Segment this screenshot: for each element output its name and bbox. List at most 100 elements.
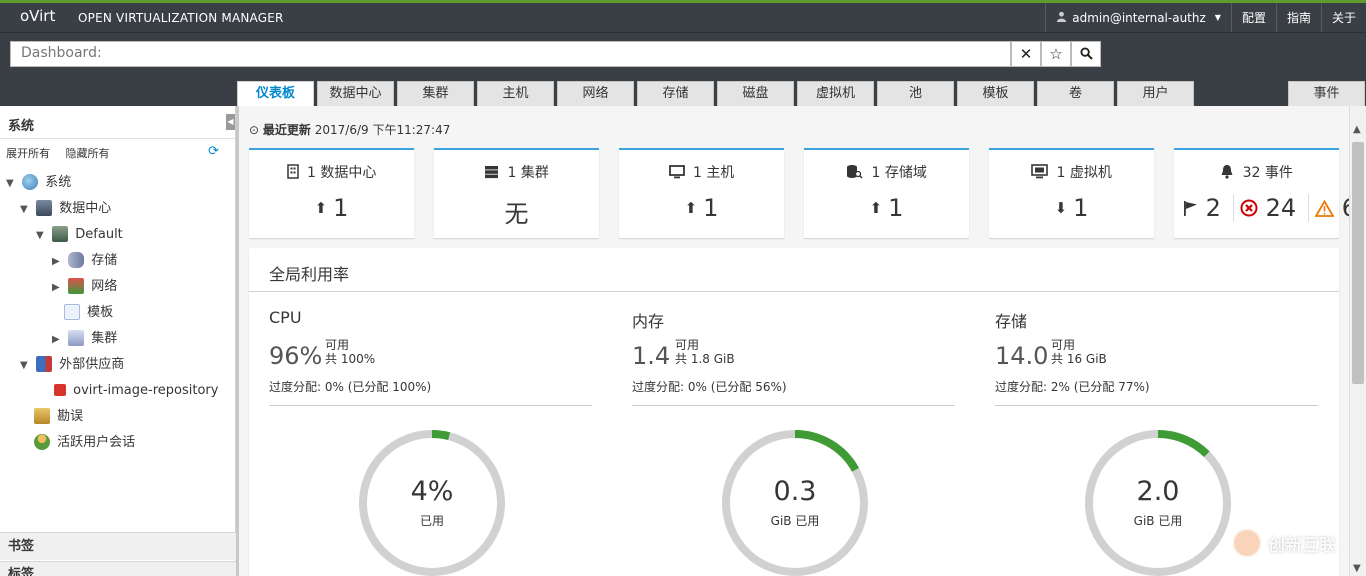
util-name: 内存 (632, 312, 665, 331)
tab-disks[interactable]: 磁盘 (717, 81, 794, 106)
tab-datacenters[interactable]: 数据中心 (317, 81, 394, 106)
tab-events[interactable]: 事件 (1288, 81, 1365, 106)
tab-pools[interactable]: 池 (877, 81, 954, 106)
tree-node-network[interactable]: ▶ 网络 (52, 275, 117, 299)
scroll-up-icon[interactable]: ▲ (1353, 124, 1361, 135)
event-count-warnings[interactable]: 6 (1308, 194, 1349, 222)
tab-vms[interactable]: 虚拟机 (797, 81, 874, 106)
card-value: ⬆ 1 (314, 194, 349, 222)
brand-logo: oVirt (20, 7, 56, 25)
utility-nav: admin@internal-authz ▼ 配置 指南 关于 (1045, 3, 1366, 32)
util-overcommit: 过度分配: 0% (已分配 100%) (269, 380, 432, 394)
config-link[interactable]: 配置 (1230, 3, 1276, 32)
card-events[interactable]: 32 事件 2 24 6 (1174, 148, 1349, 238)
tree-node-repository[interactable]: ovirt-image-repository (52, 379, 218, 403)
arrow-circle-down-icon: ⬇ (1054, 199, 1068, 217)
flag-icon (1182, 194, 1198, 222)
tab-networks[interactable]: 网络 (557, 81, 634, 106)
tree-header: 系统 ◀ (0, 106, 235, 139)
util-memory: 内存 1.4 可用 共 1.8 GiB 过度分配: 0% (已分配 56%) 0… (632, 308, 955, 576)
tree-toggle-icon[interactable]: ▼ (36, 224, 48, 248)
about-link[interactable]: 关于 (1320, 3, 1366, 32)
watermark-logo: 创新互联 (1232, 528, 1336, 558)
card-vms[interactable]: 1 虚拟机 ⬇ 1 (989, 148, 1154, 238)
template-icon (64, 303, 80, 320)
tree-label: 存储 (91, 253, 118, 268)
util-donut-chart[interactable]: 0.3 GiB 已用 (720, 428, 870, 576)
tab-users[interactable]: 用户 (1117, 81, 1194, 106)
search-button[interactable] (1071, 41, 1101, 67)
divider (269, 405, 592, 406)
util-donut-chart[interactable]: 4% 已用 (357, 428, 507, 576)
event-count-errors[interactable]: 24 (1232, 194, 1302, 222)
vertical-scrollbar[interactable]: ▲ ▼ (1349, 106, 1366, 576)
tree-node-errata[interactable]: 勘误 (34, 405, 83, 429)
tree-node-providers[interactable]: ▼ 外部供应商 (20, 353, 124, 377)
tree-node-system[interactable]: ▼ 系统 (6, 171, 71, 195)
util-available-value: 1.4 (632, 342, 671, 370)
warning-triangle-icon (1314, 194, 1335, 222)
expand-all-link[interactable]: 展开所有 (6, 147, 50, 160)
tree-label: Default (75, 227, 123, 242)
user-menu[interactable]: admin@internal-authz ▼ (1045, 3, 1231, 32)
guide-link[interactable]: 指南 (1275, 3, 1321, 32)
tree-label: ovirt-image-repository (73, 383, 219, 398)
tree-node-storage[interactable]: ▶ 存储 (52, 249, 117, 273)
tab-hosts[interactable]: 主机 (477, 81, 554, 106)
donut-unit: 已用 (419, 514, 444, 528)
tree-node-datacenters[interactable]: ▼ 数据中心 (20, 197, 111, 221)
util-overcommit: 过度分配: 0% (已分配 56%) (632, 380, 787, 394)
card-value: ⬇ 1 (1054, 194, 1089, 222)
search-input[interactable]: Dashboard: (10, 41, 1011, 67)
donut-value: 2.0 (1136, 476, 1180, 507)
card-datacenters[interactable]: 1 数据中心 ⬆ 1 (249, 148, 414, 238)
watermark-icon (1232, 528, 1262, 558)
tree-node-default[interactable]: ▼ Default (36, 223, 123, 247)
user-session-icon (34, 433, 50, 450)
tree-node-sessions[interactable]: 活跃用户会话 (34, 431, 135, 455)
bookmarks-panel[interactable]: 书签 (0, 532, 236, 560)
last-updated: ⊙ 最近更新 2017/6/9 下午11:27:47 (249, 121, 450, 138)
card-title: 1 集群 (434, 162, 599, 182)
card-hosts[interactable]: 1 主机 ⬆ 1 (619, 148, 784, 238)
vm-screen-icon (1031, 164, 1056, 181)
scrollbar-thumb[interactable] (1352, 142, 1364, 384)
card-title: 1 虚拟机 (989, 162, 1154, 182)
card-value: 无 (504, 200, 529, 228)
collapse-panel-button[interactable]: ◀ (226, 114, 235, 130)
tree-toggle-icon[interactable]: ▶ (52, 250, 64, 274)
card-value: ⬆ 1 (684, 194, 719, 222)
card-title: 1 存储域 (804, 162, 969, 182)
tree-toggle-icon[interactable]: ▼ (20, 198, 32, 222)
tags-panel[interactable]: 标签 (0, 561, 236, 576)
tree-node-cluster[interactable]: ▶ 集群 (52, 327, 117, 351)
card-storage-domains[interactable]: 1 存储域 ⬆ 1 (804, 148, 969, 238)
donut-value: 0.3 (773, 476, 817, 507)
scroll-down-icon[interactable]: ▼ (1353, 563, 1361, 574)
card-value: ⬆ 1 (869, 194, 904, 222)
collapse-all-link[interactable]: 隐藏所有 (66, 147, 110, 160)
clock-icon: ⊙ (249, 123, 260, 137)
tab-clusters[interactable]: 集群 (397, 81, 474, 106)
tree-toggle-icon[interactable]: ▼ (6, 172, 18, 196)
util-available-value: 14.0 (995, 342, 1049, 370)
util-name: 存储 (995, 312, 1028, 331)
tab-storage[interactable]: 存储 (637, 81, 714, 106)
tree-toggle-icon[interactable]: ▶ (52, 276, 64, 300)
event-count-alerts[interactable]: 2 (1182, 194, 1227, 222)
refresh-icon[interactable]: ⟳ (208, 144, 219, 159)
tree-node-template[interactable]: 模板 (64, 301, 113, 325)
util-donut-chart[interactable]: 2.0 GiB 已用 (1083, 428, 1233, 576)
tab-dashboard[interactable]: 仪表板 (237, 81, 314, 107)
close-icon: ✕ (1019, 45, 1033, 63)
globe-icon (22, 173, 39, 190)
tab-volumes[interactable]: 卷 (1037, 81, 1114, 106)
card-clusters[interactable]: 1 集群 无 (434, 148, 599, 238)
tree-toggle-icon[interactable]: ▼ (20, 354, 32, 378)
last-updated-value: 2017/6/9 下午11:27:47 (314, 123, 451, 137)
bell-icon (1220, 165, 1242, 181)
bookmark-search-button[interactable]: ☆ (1041, 41, 1071, 67)
tree-toggle-icon[interactable]: ▶ (52, 328, 64, 352)
clear-search-button[interactable]: ✕ (1011, 41, 1041, 67)
tab-templates[interactable]: 模板 (957, 81, 1034, 106)
